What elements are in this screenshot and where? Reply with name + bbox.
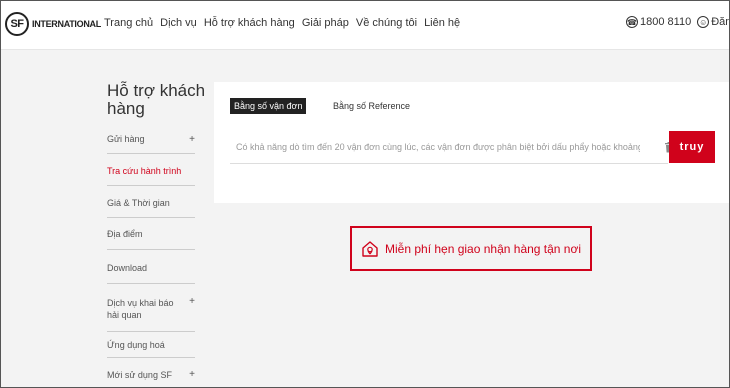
search-field (230, 132, 673, 164)
tab-waybill[interactable]: Bằng số vận đơn (230, 98, 307, 114)
nav-contact[interactable]: Liên hệ (424, 17, 460, 29)
tab-reference[interactable]: Bằng số Reference (333, 101, 410, 111)
sf-logo[interactable]: SF INTERNATIONAL (5, 12, 101, 36)
main-nav: Trang chủ Dịch vụ Hỗ trợ khách hàng Giải… (104, 17, 467, 29)
sidebar-item-label: Download (107, 263, 148, 273)
promo-text: Miễn phí hẹn giao nhận hàng tận nơi (385, 241, 582, 256)
nav-home[interactable]: Trang chủ (104, 17, 153, 29)
user-icon: ☺ (697, 16, 710, 28)
nav-about[interactable]: Về chúng tôi (356, 17, 417, 29)
sidebar-item-label: Dịch vụ khai báo hải quan (107, 298, 174, 320)
sidebar-item-download[interactable]: Download (107, 250, 195, 284)
header-actions: ☎ 1800 8110 ☺ Đăng (626, 16, 730, 28)
free-pickup-banner[interactable]: Miễn phí hẹn giao nhận hàng tận nơi (350, 226, 592, 271)
sidebar-item-label: Gửi hàng (107, 134, 145, 144)
expand-plus-icon[interactable]: + (189, 369, 195, 380)
nav-solutions[interactable]: Giải pháp (302, 17, 349, 29)
nav-services[interactable]: Dịch vụ (160, 17, 197, 29)
sidebar-item-label: Giá & Thời gian (107, 198, 170, 208)
track-button[interactable]: truy (669, 131, 715, 163)
expand-plus-icon[interactable]: + (189, 296, 195, 308)
hotline[interactable]: 1800 8110 (640, 16, 691, 28)
sidebar-item-apps[interactable]: Ứng dụng hoá (107, 332, 195, 358)
phone-icon: ☎ (626, 16, 638, 28)
sidebar-item-tracking[interactable]: Tra cứu hành trình (107, 154, 195, 186)
sidebar-item-label: Tra cứu hành trình (107, 166, 182, 176)
sidebar-item-new-users[interactable]: Mới sử dụng SF + (107, 358, 195, 384)
sidebar-item-label: Mới sử dụng SF (107, 370, 172, 380)
login-link[interactable]: Đăng (711, 16, 730, 28)
sidebar-item-locations[interactable]: Địa điểm (107, 218, 195, 250)
sidebar-menu: Gửi hàng + Tra cứu hành trình Giá & Thời… (107, 122, 195, 384)
sidebar-item-send[interactable]: Gửi hàng + (107, 122, 195, 154)
logo-text: INTERNATIONAL (32, 19, 101, 29)
site-header: SF INTERNATIONAL Trang chủ Dịch vụ Hỗ tr… (0, 0, 730, 50)
tracking-panel: Bằng số vận đơn Bằng số Reference truy (214, 82, 730, 203)
sidebar-item-label: Địa điểm (107, 229, 143, 239)
waybill-input[interactable] (230, 132, 640, 162)
sidebar-item-price-time[interactable]: Giá & Thời gian (107, 186, 195, 218)
sidebar-title: Hỗ trợ khách hàng (107, 81, 206, 118)
home-location-icon (362, 240, 378, 257)
sidebar-item-label: Ứng dụng hoá (107, 340, 165, 350)
nav-support[interactable]: Hỗ trợ khách hàng (204, 17, 295, 29)
expand-plus-icon[interactable]: + (189, 134, 195, 145)
logo-mark: SF (5, 12, 29, 36)
sidebar-item-customs[interactable]: Dịch vụ khai báo hải quan + (107, 284, 195, 332)
